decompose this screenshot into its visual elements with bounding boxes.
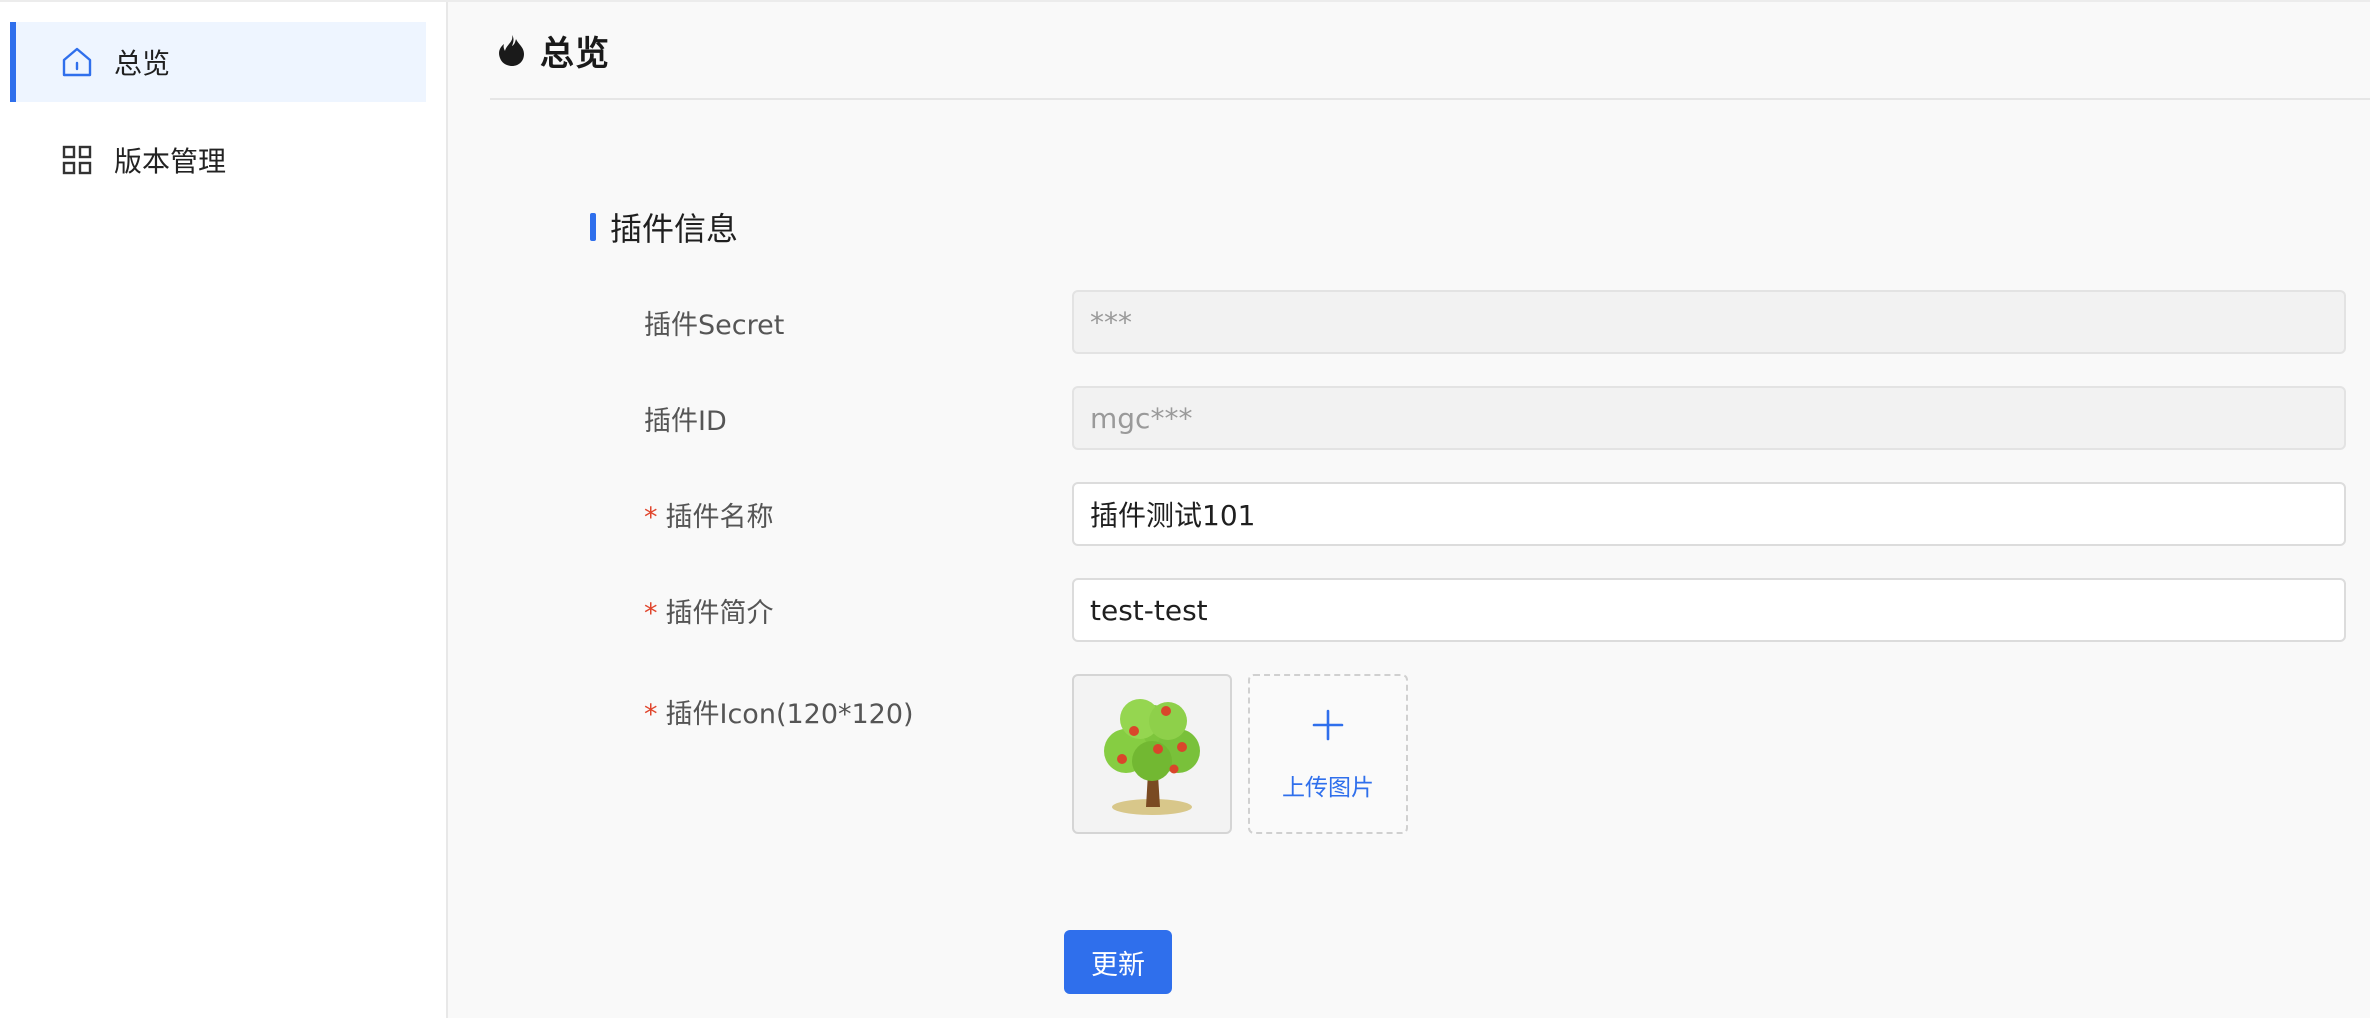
page-header: 总览 bbox=[490, 2, 2370, 100]
upload-image-button[interactable]: 上传图片 bbox=[1248, 674, 1408, 834]
icon-label: * 插件Icon(120*120) bbox=[644, 674, 1072, 834]
plugin-id-field[interactable] bbox=[1072, 386, 2346, 450]
form-row-intro: * 插件简介 bbox=[644, 578, 2346, 642]
section-heading: 插件信息 bbox=[590, 204, 738, 250]
required-mark: * bbox=[644, 597, 658, 629]
update-button[interactable]: 更新 bbox=[1064, 930, 1172, 994]
app-root: 总览 版本管理 总览 插件信息 插件Secret *** 插件ID mgc***… bbox=[0, 0, 2370, 1018]
intro-label-text: 插件简介 bbox=[665, 597, 774, 629]
sidebar-item-version-management[interactable]: 版本管理 bbox=[10, 120, 426, 200]
section-accent-bar bbox=[590, 213, 596, 241]
sidebar: 总览 版本管理 bbox=[0, 2, 448, 1018]
name-label: * 插件名称 bbox=[644, 495, 1072, 534]
form-row-icon: * 插件Icon(120*120) 上传图片 bbox=[644, 674, 1408, 834]
page-title: 总览 bbox=[540, 33, 610, 74]
plus-icon bbox=[1311, 706, 1345, 750]
plugin-id-label: 插件ID bbox=[644, 405, 727, 437]
flame-icon bbox=[496, 33, 526, 67]
secret-label: 插件Secret bbox=[644, 309, 785, 341]
section-title: 插件信息 bbox=[610, 210, 739, 248]
sidebar-item-label: 版本管理 bbox=[114, 145, 227, 178]
upload-label: 上传图片 bbox=[1282, 775, 1374, 801]
main-content: 总览 插件信息 插件Secret 插件ID *插件名称 *插件简介 *插件Ico… bbox=[448, 2, 2370, 1018]
icon-thumbnail[interactable] bbox=[1072, 674, 1232, 834]
sidebar-item-overview[interactable]: 总览 bbox=[10, 22, 426, 102]
required-mark: * bbox=[644, 699, 658, 730]
home-icon bbox=[60, 45, 94, 79]
intro-label: * 插件简介 bbox=[644, 591, 1072, 630]
name-field[interactable] bbox=[1072, 482, 2346, 546]
form-row-secret: 插件Secret bbox=[644, 290, 2346, 354]
tree-icon bbox=[1104, 699, 1200, 815]
intro-field[interactable] bbox=[1072, 578, 2346, 642]
sidebar-item-label: 总览 bbox=[114, 47, 171, 80]
required-mark: * bbox=[644, 501, 658, 533]
secret-field[interactable] bbox=[1072, 290, 2346, 354]
icon-uploads: 上传图片 bbox=[1072, 674, 1408, 834]
icon-label-text: 插件Icon(120*120) bbox=[665, 699, 914, 730]
name-label-text: 插件名称 bbox=[665, 501, 774, 533]
form-row-name: * 插件名称 bbox=[644, 482, 2346, 546]
grid-icon bbox=[60, 143, 94, 177]
form-row-plugin-id: 插件ID bbox=[644, 386, 2346, 450]
